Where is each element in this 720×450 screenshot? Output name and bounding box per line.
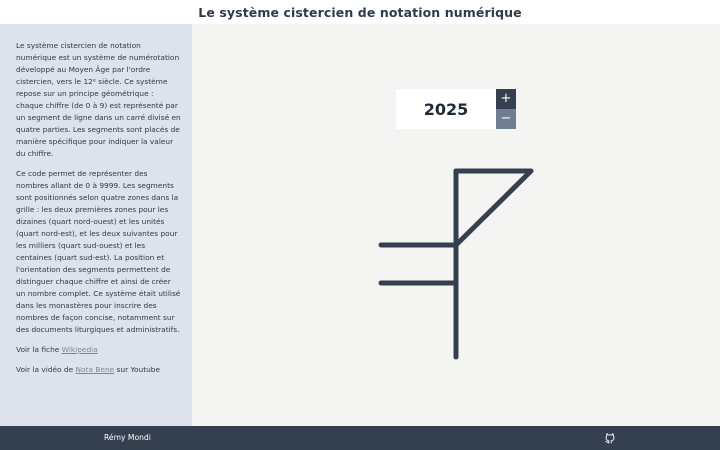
decrement-button[interactable]: −: [496, 109, 516, 129]
increment-button[interactable]: +: [496, 89, 516, 109]
video-line: Voir la vidéo de Nota Bene sur Youtube: [16, 364, 182, 376]
wikipedia-link[interactable]: Wikipedia: [62, 345, 98, 354]
app-footer: Rémy Mondi: [0, 426, 720, 450]
wikipedia-line: Voir la fiche Wikipedia: [16, 344, 182, 356]
video-suffix: sur Youtube: [114, 365, 161, 374]
github-icon[interactable]: [604, 432, 616, 444]
sidebar: Le système cistercien de notation numéri…: [0, 24, 192, 426]
number-stepper: 2025 + −: [396, 89, 516, 129]
intro-paragraph: Le système cistercien de notation numéri…: [16, 41, 181, 158]
units-digit-5: [453, 168, 534, 248]
nota-bene-link[interactable]: Nota Bene: [76, 365, 115, 374]
details-paragraph: Ce code permet de représenter des nombre…: [16, 169, 181, 334]
author-name: Rémy Mondi: [104, 433, 151, 442]
number-value[interactable]: 2025: [396, 89, 496, 129]
main-canvas: 2025 + −: [192, 24, 720, 426]
cistercian-numeral: [378, 168, 534, 360]
page-title: Le système cistercien de notation numéri…: [198, 4, 522, 20]
video-prefix: Voir la vidéo de: [16, 365, 76, 374]
app-header: Le système cistercien de notation numéri…: [0, 0, 720, 24]
wikipedia-prefix: Voir la fiche: [16, 345, 62, 354]
